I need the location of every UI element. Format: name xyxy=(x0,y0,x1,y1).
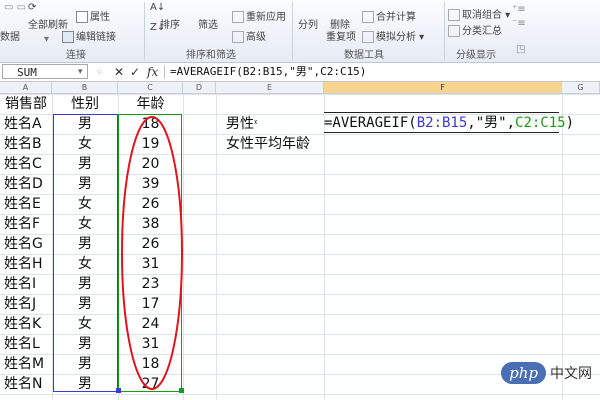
php-logo: php xyxy=(501,362,546,384)
php-cn-label: 中文网 xyxy=(550,366,592,382)
annotation-overlay xyxy=(121,116,183,390)
red-ellipse-annotation xyxy=(121,116,183,390)
php-cn-watermark: php 中文网 xyxy=(501,358,592,388)
